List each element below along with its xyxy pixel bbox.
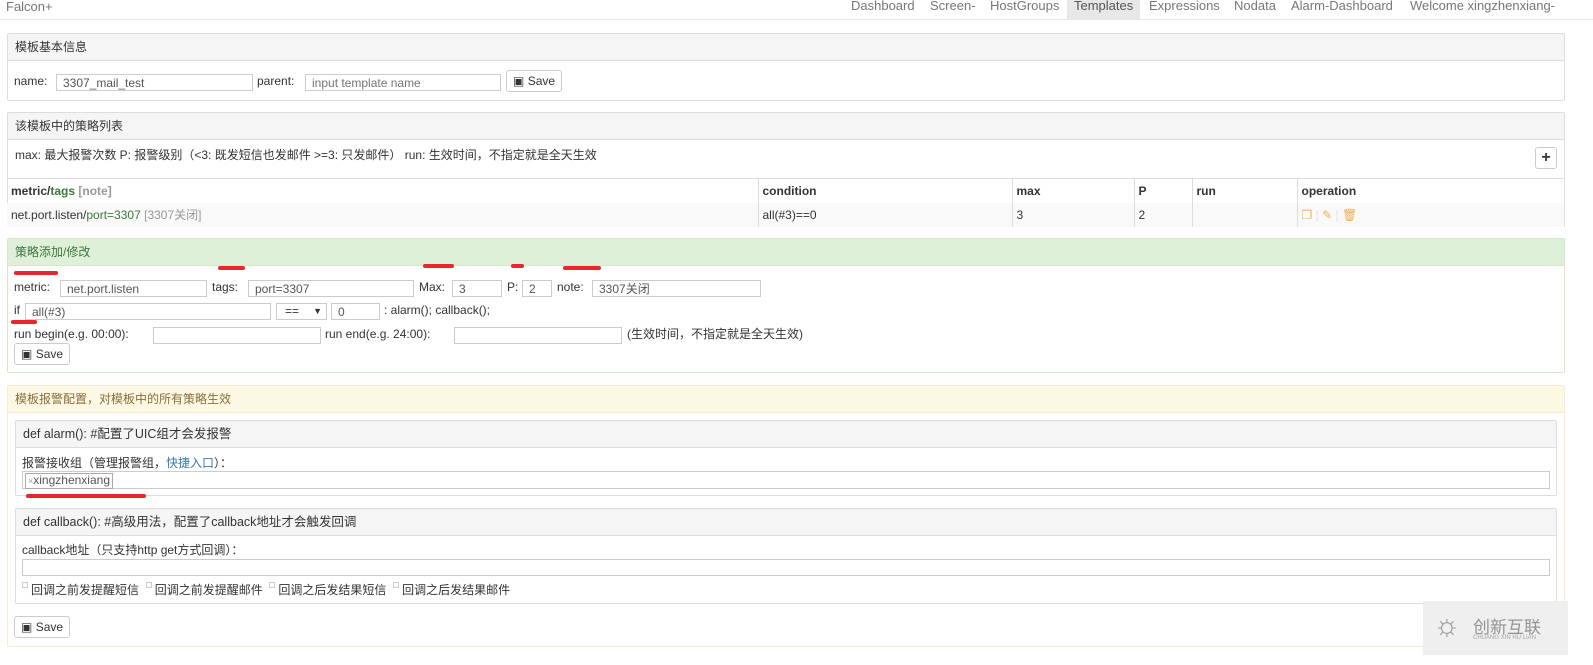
tags-input[interactable] xyxy=(248,280,414,297)
col-p: P xyxy=(1134,178,1193,203)
nav-dashboard[interactable]: Dashboard xyxy=(844,0,922,19)
run-begin-label: run begin(e.g. 00:00): xyxy=(14,327,129,341)
note-input[interactable] xyxy=(592,280,761,297)
table-row: net.port.listen/port=3307 [3307关闭] all(#… xyxy=(7,202,1565,227)
annotation-mark xyxy=(563,266,601,270)
add-strategy-button[interactable]: + xyxy=(1535,147,1557,169)
brand[interactable]: Falcon+ xyxy=(6,0,53,14)
annotation-mark xyxy=(423,264,454,268)
table-header: metric/tags [note] condition max P run o… xyxy=(7,178,1565,203)
run-end-label: run end(e.g. 24:00): xyxy=(325,327,431,341)
if-label: if xyxy=(14,303,20,317)
checkbox-after-sms[interactable]: 回调之后发结果短信 xyxy=(269,582,386,597)
checkbox-before-sms[interactable]: 回调之前发提醒短信 xyxy=(22,582,139,597)
strategy-save-button[interactable]: ▣ Save xyxy=(14,343,71,365)
run-begin-input[interactable] xyxy=(153,327,321,344)
tags-label: tags: xyxy=(212,280,239,294)
p-input[interactable] xyxy=(522,280,552,297)
quick-entry-link[interactable]: 快捷入口 xyxy=(166,456,214,470)
nav-alarm-dashboard[interactable]: Alarm-Dashboard xyxy=(1284,0,1400,19)
col-max: max xyxy=(1012,178,1135,203)
col-operation: operation xyxy=(1297,178,1565,203)
strategy-table: metric/tags [note] condition max P run o… xyxy=(7,178,1565,227)
alarm-config-title: 模板报警配置，对模板中的所有策略生效 xyxy=(8,386,1564,413)
annotation-mark xyxy=(14,271,58,275)
name-label: name: xyxy=(14,74,48,88)
callback-url-input[interactable] xyxy=(22,559,1550,576)
col-run: run xyxy=(1192,178,1298,203)
alarm-save-button[interactable]: ▣ Save xyxy=(14,616,71,638)
col-condition: condition xyxy=(758,178,1013,203)
nav-user-menu[interactable]: Welcome xingzhenxiang- xyxy=(1403,0,1562,19)
strategy-edit-title: 策略添加/修改 xyxy=(8,239,1564,266)
nav-templates[interactable]: Templates xyxy=(1067,0,1141,19)
max-input[interactable] xyxy=(452,280,502,297)
alarm-def-title: def alarm(): #配置了UIC组才会发报警 xyxy=(16,421,1556,448)
strategy-legend: max: 最大报警次数 P: 报警级别（<3: 既发短信也发邮件 >=3: 只发… xyxy=(15,148,597,162)
max-label: Max: xyxy=(419,280,446,294)
trash-icon[interactable]: 🗑 xyxy=(1342,208,1357,222)
basic-info-title: 模板基本信息 xyxy=(8,34,1564,61)
annotation-mark xyxy=(511,264,524,268)
row-metric: net.port.listen/ xyxy=(11,208,87,222)
floppy-icon: ▣ xyxy=(21,620,33,634)
parent-select[interactable] xyxy=(305,74,501,91)
annotation-mark xyxy=(26,494,146,498)
run-hint: (生效时间，不指定就是全天生效) xyxy=(627,327,803,341)
receiver-group-input[interactable]: ×xingzhenxiang xyxy=(22,471,1550,489)
strategy-list-title: 该模板中的策略列表 xyxy=(8,113,1564,140)
floppy-icon: ▣ xyxy=(513,74,525,88)
metric-select[interactable] xyxy=(60,280,207,297)
callback-label: callback地址（只支持http get方式回调）： xyxy=(22,543,244,557)
nav-hostgroups[interactable]: HostGroups xyxy=(983,0,1066,19)
checkbox-after-mail[interactable]: 回调之后发结果邮件 xyxy=(393,582,510,597)
receiver-label: 报警接收组（管理报警组，快捷入口）： xyxy=(22,456,233,470)
edit-icon[interactable]: ✎ xyxy=(1322,208,1332,222)
parent-label: parent: xyxy=(257,74,295,88)
basic-save-button[interactable]: ▣ Save xyxy=(506,70,563,92)
nav-expressions[interactable]: Expressions xyxy=(1142,0,1227,19)
annotation-mark xyxy=(11,320,37,324)
watermark-logo: ☼ 创新互联 CHUANG XIN HU LIAN xyxy=(1423,601,1568,655)
row-max: 3 xyxy=(1012,202,1135,227)
row-note: [3307关闭] xyxy=(144,208,202,222)
nav-screen[interactable]: Screen- xyxy=(923,0,983,19)
receiver-tag[interactable]: ×xingzhenxiang xyxy=(25,473,113,489)
func-input[interactable] xyxy=(25,303,271,320)
copy-icon[interactable]: ❐ xyxy=(1302,208,1313,222)
note-label: note: xyxy=(557,280,584,294)
logo-icon: ☼ xyxy=(1433,609,1461,642)
metric-label: metric: xyxy=(14,280,50,294)
callback-def-title: def callback(): #高级用法，配置了callback地址才会触发回… xyxy=(16,509,1556,536)
p-label: P: xyxy=(507,280,519,294)
col-note: [note] xyxy=(78,183,112,198)
expression-suffix: : alarm(); callback(); xyxy=(384,303,491,317)
col-metric: metric/ xyxy=(11,183,51,198)
row-condition: all(#3)==0 xyxy=(758,202,1013,227)
annotation-mark xyxy=(218,266,245,270)
floppy-icon: ▣ xyxy=(21,347,33,361)
col-tags: tags xyxy=(50,183,76,198)
row-run xyxy=(1192,202,1298,227)
name-input[interactable] xyxy=(56,74,253,91)
run-end-input[interactable] xyxy=(454,327,622,344)
threshold-input[interactable] xyxy=(331,303,380,320)
row-p: 2 xyxy=(1134,202,1193,227)
dropdown-arrow-icon: ▼ xyxy=(313,306,322,316)
row-tags: port=3307 xyxy=(86,208,141,222)
operator-select[interactable]: == ▼ xyxy=(276,303,327,320)
nav-nodata[interactable]: Nodata xyxy=(1227,0,1283,19)
callback-options: 回调之前发提醒短信 回调之前发提醒邮件 回调之后发结果短信 回调之后发结果邮件 xyxy=(22,582,510,598)
navbar: Falcon+ Dashboard Screen- HostGroups Tem… xyxy=(0,0,1593,20)
checkbox-before-mail[interactable]: 回调之前发提醒邮件 xyxy=(145,582,263,597)
